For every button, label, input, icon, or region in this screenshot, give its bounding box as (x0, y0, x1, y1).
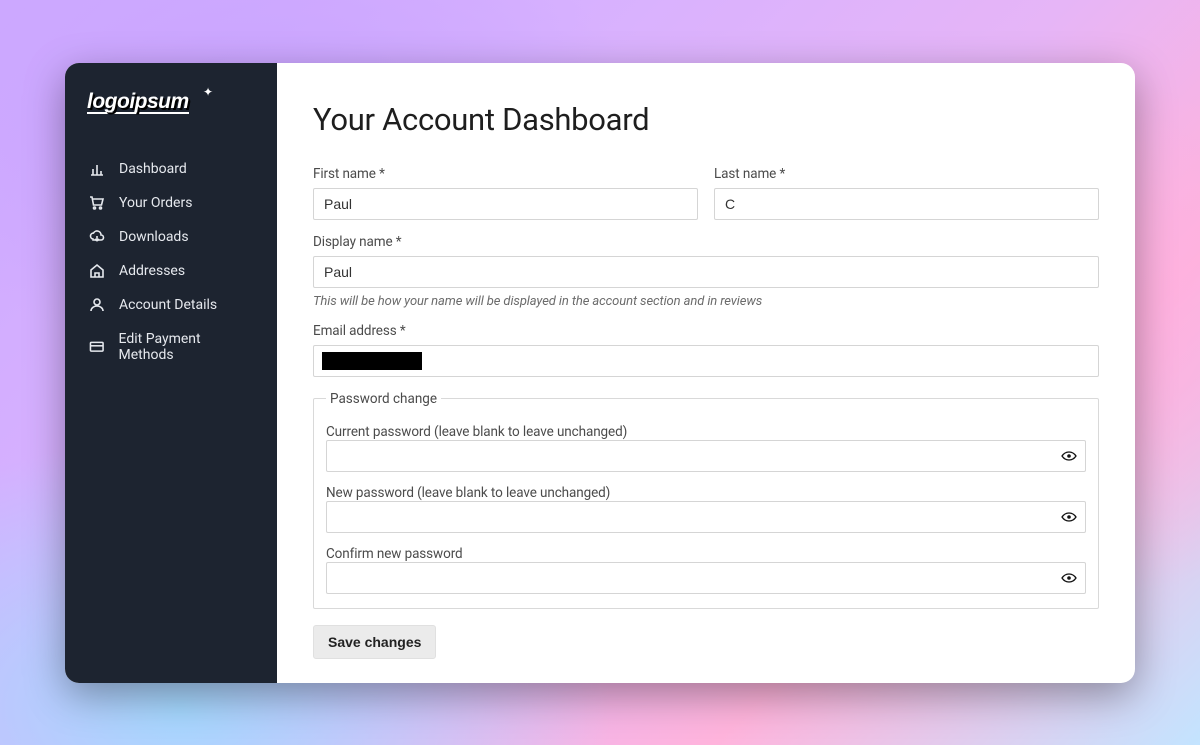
display-name-row: Display name * This will be how your nam… (313, 234, 1099, 309)
current-password-input[interactable] (326, 440, 1086, 472)
page-title: Your Account Dashboard (313, 101, 1099, 138)
last-name-label: Last name * (714, 166, 1099, 182)
sidebar-item-label: Account Details (119, 297, 217, 313)
sidebar-nav: Dashboard Your Orders Downloads Addresse… (87, 155, 257, 369)
sidebar-item-payment-methods[interactable]: Edit Payment Methods (87, 325, 257, 369)
first-name-label: First name * (313, 166, 698, 182)
new-password-label: New password (leave blank to leave uncha… (326, 485, 610, 501)
email-row: Email address * (313, 323, 1099, 377)
email-input[interactable] (313, 345, 1099, 377)
sidebar-item-orders[interactable]: Your Orders (87, 189, 257, 217)
redacted-bar (322, 352, 422, 370)
credit-card-icon (89, 339, 105, 355)
sidebar-item-downloads[interactable]: Downloads (87, 223, 257, 251)
eye-icon[interactable] (1060, 569, 1078, 587)
user-icon (89, 297, 105, 313)
eye-icon[interactable] (1060, 447, 1078, 465)
current-password-field: Current password (leave blank to leave u… (326, 421, 1086, 472)
sidebar-item-label: Downloads (119, 229, 189, 245)
confirm-password-field: Confirm new password (326, 543, 1086, 594)
password-change-fieldset: Password change Current password (leave … (313, 391, 1099, 609)
name-row: First name * Last name * (313, 166, 1099, 220)
cart-icon (89, 195, 105, 211)
last-name-field: Last name * (714, 166, 1099, 220)
sidebar-item-label: Edit Payment Methods (119, 331, 255, 363)
new-password-field: New password (leave blank to leave uncha… (326, 482, 1086, 533)
logo-text: logoipsum (87, 91, 189, 114)
sidebar-item-addresses[interactable]: Addresses (87, 257, 257, 285)
app-card: logoipsum ✦ Dashboard Your Orders Down (65, 63, 1135, 683)
confirm-password-label: Confirm new password (326, 546, 463, 562)
sidebar: logoipsum ✦ Dashboard Your Orders Down (65, 63, 277, 683)
display-name-label: Display name * (313, 234, 1099, 250)
display-name-input[interactable] (313, 256, 1099, 288)
main-content: Your Account Dashboard First name * Last… (277, 63, 1135, 683)
email-field: Email address * (313, 323, 1099, 377)
sidebar-item-account-details[interactable]: Account Details (87, 291, 257, 319)
sidebar-item-label: Your Orders (119, 195, 192, 211)
sidebar-item-label: Addresses (119, 263, 185, 279)
first-name-input[interactable] (313, 188, 698, 220)
cloud-download-icon (89, 229, 105, 245)
save-button[interactable]: Save changes (313, 625, 436, 659)
home-icon (89, 263, 105, 279)
sidebar-item-dashboard[interactable]: Dashboard (87, 155, 257, 183)
display-name-hint: This will be how your name will be displ… (313, 294, 1099, 309)
first-name-field: First name * (313, 166, 698, 220)
eye-icon[interactable] (1060, 508, 1078, 526)
bar-chart-icon (89, 161, 105, 177)
confirm-password-input[interactable] (326, 562, 1086, 594)
sidebar-item-label: Dashboard (119, 161, 187, 177)
new-password-input[interactable] (326, 501, 1086, 533)
sparkle-icon: ✦ (203, 85, 213, 99)
email-label: Email address * (313, 323, 1099, 339)
current-password-label: Current password (leave blank to leave u… (326, 424, 627, 440)
display-name-field: Display name * This will be how your nam… (313, 234, 1099, 309)
password-legend: Password change (326, 391, 441, 407)
logo: logoipsum ✦ (87, 91, 203, 117)
last-name-input[interactable] (714, 188, 1099, 220)
